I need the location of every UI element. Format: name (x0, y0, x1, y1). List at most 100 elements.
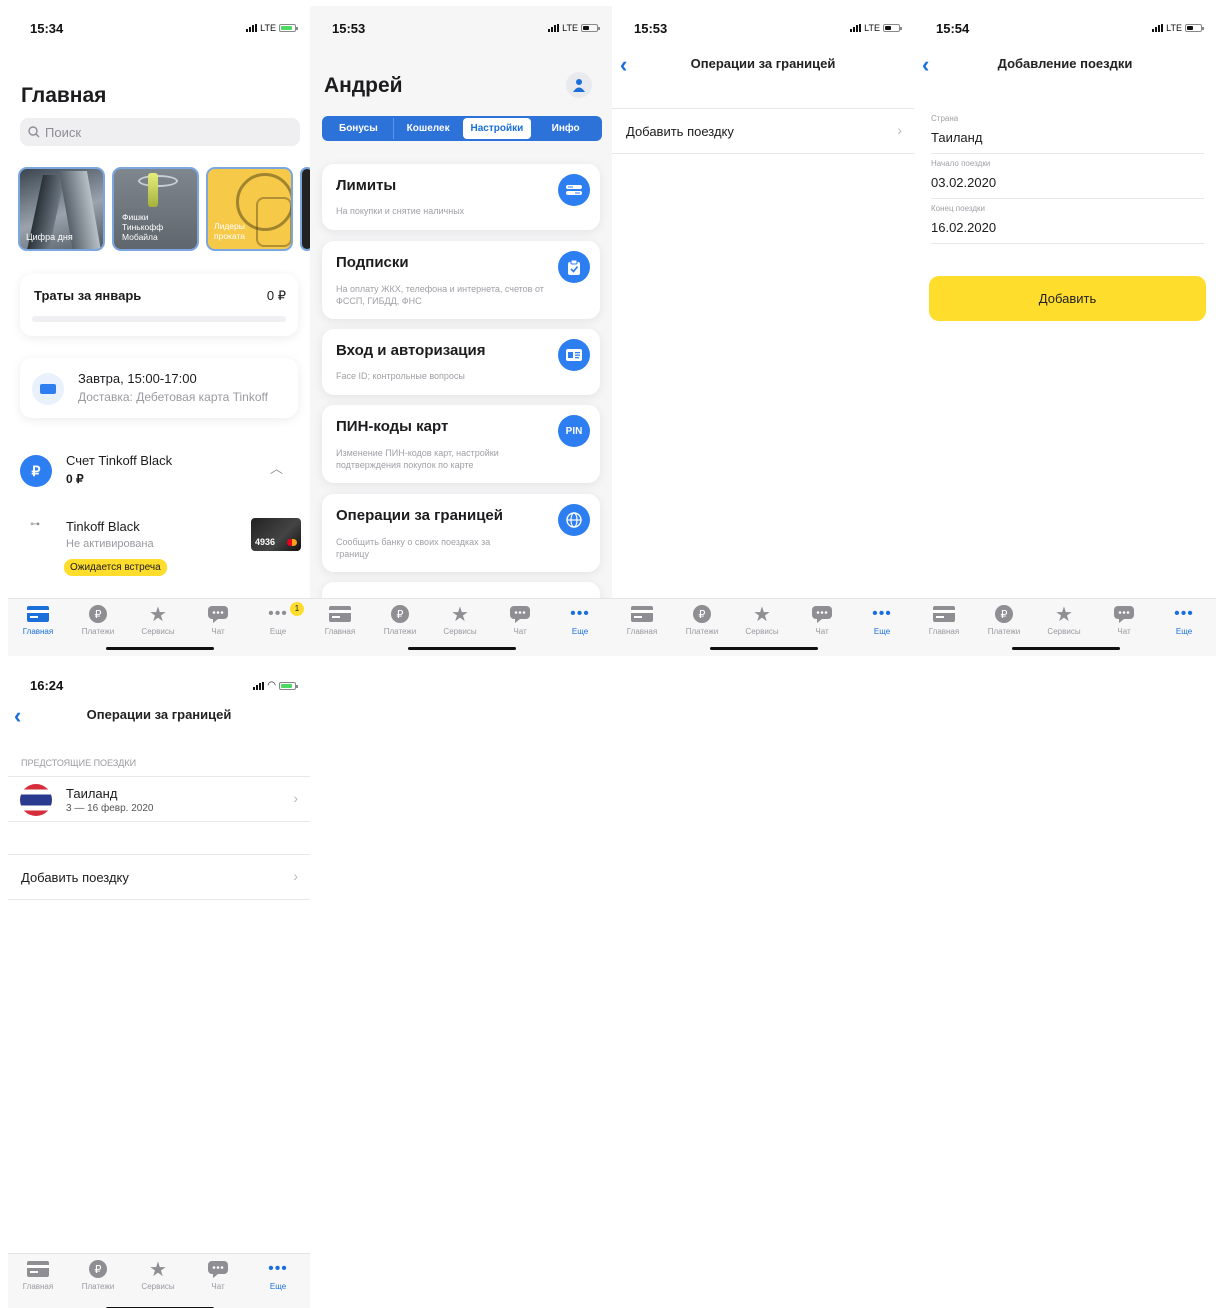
status-bar: 15:34 LTE (8, 6, 310, 46)
status-time: 15:53 (634, 21, 668, 36)
tab-chat[interactable]: Чат (1094, 604, 1154, 636)
story-tile[interactable]: Лидеры проката (206, 167, 293, 251)
mastercard-icon (287, 539, 297, 546)
more-dots-icon: ••• (570, 605, 590, 622)
tab-bar: Главная ₽ Платежи ★ Сервисы Чат ••• Еще (310, 598, 612, 656)
story-label: Лидеры проката (214, 221, 246, 241)
add-button[interactable]: Добавить (929, 276, 1206, 321)
card-thumbnail[interactable]: 4936 (251, 518, 301, 551)
tab-services[interactable]: ★ Сервисы (1034, 604, 1094, 637)
tab-more[interactable]: ••• Еще (248, 1259, 308, 1291)
story-tile[interactable]: Цифра дня (18, 167, 105, 251)
signal-icon (246, 24, 258, 32)
story-tile[interactable]: Фишки Тинькофф Мобайла (112, 167, 199, 251)
chat-icon (812, 606, 832, 623)
segment-wallet[interactable]: Кошелек (392, 118, 463, 139)
tab-chat[interactable]: Чат (188, 604, 248, 636)
settings-card-subscriptions[interactable]: Подписки На оплату ЖКХ, телефона и интер… (322, 241, 600, 319)
ruble-icon: ₽ (20, 455, 52, 487)
trip-dates: 3 — 16 февр. 2020 (66, 803, 154, 814)
card-icon (631, 606, 653, 622)
delivery-card[interactable]: Завтра, 15:00-17:00 Доставка: Дебетовая … (20, 358, 298, 418)
screen-add-trip: 15:54 LTE ‹ Добавление поездки Страна Та… (914, 6, 1216, 656)
status-time: 15:54 (936, 21, 970, 36)
account-name[interactable]: Счет Tinkoff Black (66, 453, 172, 468)
segment-bonuses[interactable]: Бонусы (324, 118, 393, 139)
screen-trips: 16:24 ◠ ‹ Операции за границей ПРЕДСТОЯЩ… (8, 663, 310, 1308)
tab-payments[interactable]: ₽ Платежи (974, 604, 1034, 636)
tab-chat[interactable]: Чат (490, 604, 550, 636)
segmented-control: Бонусы Кошелек Настройки Инфо (322, 116, 602, 141)
notification-badge: 1 (290, 602, 304, 616)
chat-icon (208, 1261, 228, 1278)
settings-card-login[interactable]: Вход и авторизация Face ID; контрольные … (322, 329, 600, 395)
tab-home[interactable]: Главная (612, 604, 672, 636)
add-trip-row[interactable]: Добавить поездку › (612, 108, 914, 154)
tab-more[interactable]: ••• 1 Еще (248, 602, 308, 636)
settings-card-pin[interactable]: ПИН-коды карт Изменение ПИН-кодов карт, … (322, 405, 600, 483)
card-name[interactable]: Tinkoff Black (66, 519, 140, 534)
tab-more[interactable]: ••• Еще (1154, 604, 1214, 636)
tab-bar: Главная ₽ Платежи ★ Сервисы Чат ••• Еще (8, 1253, 310, 1308)
status-time: 15:34 (30, 21, 64, 36)
card-title: Вход и авторизация (336, 342, 486, 359)
chat-icon (1114, 606, 1134, 623)
user-name: Андрей (324, 74, 403, 97)
profile-button[interactable] (566, 72, 592, 98)
tab-chat[interactable]: Чат (792, 604, 852, 636)
end-date-field[interactable]: Конец поездки 16.02.2020 (931, 204, 1204, 244)
trip-row[interactable]: Таиланд 3 — 16 февр. 2020 › (8, 776, 310, 822)
tab-chat[interactable]: Чат (188, 1259, 248, 1291)
tab-payments[interactable]: ₽ Платежи (370, 604, 430, 636)
battery-icon (581, 24, 600, 32)
battery-icon (279, 24, 298, 32)
search-input[interactable]: Поиск (20, 118, 300, 146)
tab-home[interactable]: Главная (310, 604, 370, 636)
segment-info[interactable]: Инфо (531, 118, 600, 139)
tab-home[interactable]: Главная (8, 1259, 68, 1291)
chevron-up-icon[interactable]: ︿ (270, 458, 283, 477)
key-icon: ⊶ (30, 519, 40, 530)
tab-home[interactable]: Главная (8, 604, 68, 636)
id-card-icon (558, 339, 590, 371)
tab-services[interactable]: ★ Сервисы (732, 604, 792, 637)
tab-home[interactable]: Главная (914, 604, 974, 636)
tab-services[interactable]: ★ Сервисы (128, 1259, 188, 1292)
settings-card-abroad[interactable]: Операции за границей Сообщить банку о св… (322, 494, 600, 572)
status-bar: 16:24 ◠ (8, 663, 310, 703)
spend-card[interactable]: Траты за январь 0 ₽ (20, 274, 298, 336)
star-icon: ★ (149, 603, 167, 626)
battery-icon (1185, 24, 1204, 32)
tab-services[interactable]: ★ Сервисы (430, 603, 490, 637)
start-date-field[interactable]: Начало поездки 03.02.2020 (931, 159, 1204, 199)
tab-bar: Главная ₽ Платежи ★ Сервисы Чат ••• 1 Еще (8, 598, 310, 656)
tab-payments[interactable]: ₽ Платежи (672, 604, 732, 636)
spend-title: Траты за январь (34, 288, 142, 303)
chevron-right-icon: › (897, 122, 902, 138)
more-dots-icon: ••• (268, 605, 288, 622)
tab-payments[interactable]: ₽ Платежи (68, 1259, 128, 1291)
limits-icon (558, 174, 590, 206)
card-desc: На оплату ЖКХ, телефона и интернета, сче… (336, 284, 544, 306)
tab-services[interactable]: ★ Сервисы (128, 603, 188, 637)
segment-settings[interactable]: Настройки (462, 118, 532, 139)
settings-card-limits[interactable]: Лимиты На покупки и снятие наличных (322, 164, 600, 230)
globe-icon (558, 504, 590, 536)
tab-more[interactable]: ••• Еще (550, 604, 610, 636)
add-trip-row[interactable]: Добавить поездку › (8, 854, 310, 900)
trip-country: Таиланд (66, 786, 118, 801)
ruble-coin-icon: ₽ (995, 605, 1013, 623)
page-title: Главная (21, 84, 107, 107)
tab-payments[interactable]: ₽ Платежи (68, 604, 128, 636)
tab-more[interactable]: ••• Еще (852, 604, 912, 636)
svg-text:₽: ₽ (1001, 608, 1008, 621)
more-dots-icon: ••• (872, 605, 892, 622)
star-icon: ★ (451, 603, 469, 626)
card-desc: На покупки и снятие наличных (336, 206, 465, 216)
wifi-icon: ◠ (267, 680, 276, 691)
card-icon (27, 606, 49, 622)
search-icon (28, 126, 40, 138)
tab-bar: Главная ₽ Платежи ★ Сервисы Чат ••• Еще (914, 598, 1216, 656)
country-field[interactable]: Страна Таиланд (931, 114, 1204, 154)
status-bar: 15:54 LTE (914, 6, 1216, 46)
